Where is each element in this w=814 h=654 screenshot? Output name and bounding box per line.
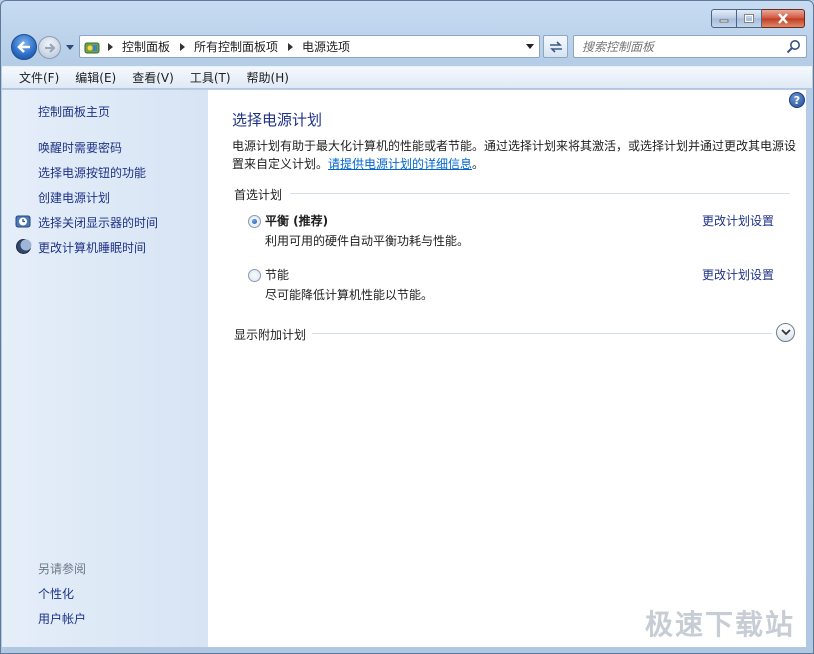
plan-balanced-change-link[interactable]: 更改计划设置: [702, 212, 774, 229]
window: 控制面板 所有控制面板项 电源选项 文件(F) 编辑(E) 查看(V) 工具(T…: [0, 0, 814, 654]
personalization-link[interactable]: 个性化: [38, 585, 74, 602]
forward-arrow-icon: [44, 42, 56, 53]
expand-button[interactable]: [776, 323, 795, 342]
display-clock-icon: [15, 215, 31, 228]
breadcrumb-power-options[interactable]: 电源选项: [298, 38, 354, 55]
address-dropdown[interactable]: [521, 36, 539, 57]
menu-bar: 文件(F) 编辑(E) 查看(V) 工具(T) 帮助(H): [2, 66, 812, 89]
close-icon: [778, 13, 788, 24]
plan-power-saver-description: 尽可能降低计算机性能以节能。: [265, 288, 434, 302]
task-pane: 控制面板主页 唤醒时需要密码 选择电源按钮的功能 创建电源计划 选择关闭显示器的…: [2, 90, 208, 647]
caption-buttons: [711, 9, 805, 28]
see-also-heading: 另请参阅: [38, 562, 87, 576]
menu-file[interactable]: 文件(F): [11, 69, 67, 86]
breadcrumb-separator-icon[interactable]: [282, 42, 298, 51]
address-bar[interactable]: 控制面板 所有控制面板项 电源选项: [79, 35, 540, 58]
breadcrumb-separator-icon[interactable]: [102, 42, 118, 51]
back-button[interactable]: [11, 34, 37, 60]
maximize-button[interactable]: [737, 9, 762, 28]
description-line-2: 置来自定义计划。: [232, 157, 329, 171]
plan-power-saver-name[interactable]: 节能: [265, 266, 289, 283]
watermark: 极速下载站: [644, 608, 795, 641]
refresh-button[interactable]: [543, 35, 568, 58]
control-panel-icon: [82, 38, 102, 56]
sleep-time-link[interactable]: 更改计算机睡眠时间: [38, 239, 146, 256]
navigation-bar: 控制面板 所有控制面板项 电源选项: [9, 32, 807, 62]
maximize-icon: [744, 14, 754, 23]
menu-view[interactable]: 查看(V): [124, 69, 182, 86]
back-arrow-icon: [17, 41, 30, 53]
show-additional-plans-label[interactable]: 显示附加计划: [234, 326, 306, 343]
refresh-icon: [549, 40, 562, 53]
chevron-down-icon: [66, 44, 74, 50]
turn-off-display-link[interactable]: 选择关闭显示器的时间: [38, 214, 158, 231]
search-input[interactable]: [582, 39, 782, 54]
chevron-down-icon: [780, 329, 791, 336]
description-line-1: 电源计划有助于最大化计算机的性能或者节能。通过选择计划来将其激活，或选择计划并通…: [232, 139, 797, 153]
search-icon[interactable]: [786, 39, 801, 54]
menu-edit[interactable]: 编辑(E): [67, 69, 124, 86]
create-plan-link[interactable]: 创建电源计划: [38, 189, 110, 206]
forward-button[interactable]: [38, 36, 61, 59]
history-dropdown[interactable]: [65, 41, 75, 53]
page-description: 电源计划有助于最大化计算机的性能或者节能。通过选择计划来将其激活，或选择计划并通…: [232, 137, 802, 173]
plan-power-saver-radio[interactable]: [248, 269, 261, 282]
divider: [312, 333, 772, 334]
main-content: ? 选择电源计划 电源计划有助于最大化计算机的性能或者节能。通过选择计划来将其激…: [208, 90, 806, 647]
plan-balanced-description: 利用可用的硬件自动平衡功耗与性能。: [265, 234, 470, 248]
plan-details-link[interactable]: 请提供电源计划的详细信息: [328, 157, 472, 171]
moon-sleep-icon: [16, 239, 32, 254]
search-box[interactable]: [573, 35, 807, 58]
breadcrumb-control-panel[interactable]: 控制面板: [118, 38, 174, 55]
breadcrumb-separator-icon[interactable]: [174, 42, 190, 51]
close-button[interactable]: [762, 9, 805, 28]
plan-balanced-radio[interactable]: [248, 215, 261, 228]
preferred-plans-label: 首选计划: [234, 188, 283, 202]
description-suffix: 。: [472, 157, 485, 171]
menu-tools[interactable]: 工具(T): [182, 69, 239, 86]
help-icon[interactable]: ?: [789, 92, 805, 108]
menu-help[interactable]: 帮助(H): [239, 69, 297, 86]
minimize-icon: [719, 19, 729, 22]
user-accounts-link[interactable]: 用户帐户: [38, 610, 86, 627]
control-panel-home-link[interactable]: 控制面板主页: [38, 103, 110, 120]
plan-power-saver-change-link[interactable]: 更改计划设置: [702, 266, 774, 283]
power-button-link[interactable]: 选择电源按钮的功能: [38, 164, 146, 181]
divider: [290, 193, 790, 194]
chevron-down-icon: [526, 44, 534, 49]
plan-balanced-name[interactable]: 平衡 (推荐): [265, 212, 328, 229]
radio-selected-dot: [252, 219, 257, 224]
minimize-button[interactable]: [711, 9, 737, 28]
require-password-link[interactable]: 唤醒时需要密码: [38, 139, 122, 156]
breadcrumb-all-items[interactable]: 所有控制面板项: [190, 38, 282, 55]
page-title: 选择电源计划: [232, 111, 323, 129]
